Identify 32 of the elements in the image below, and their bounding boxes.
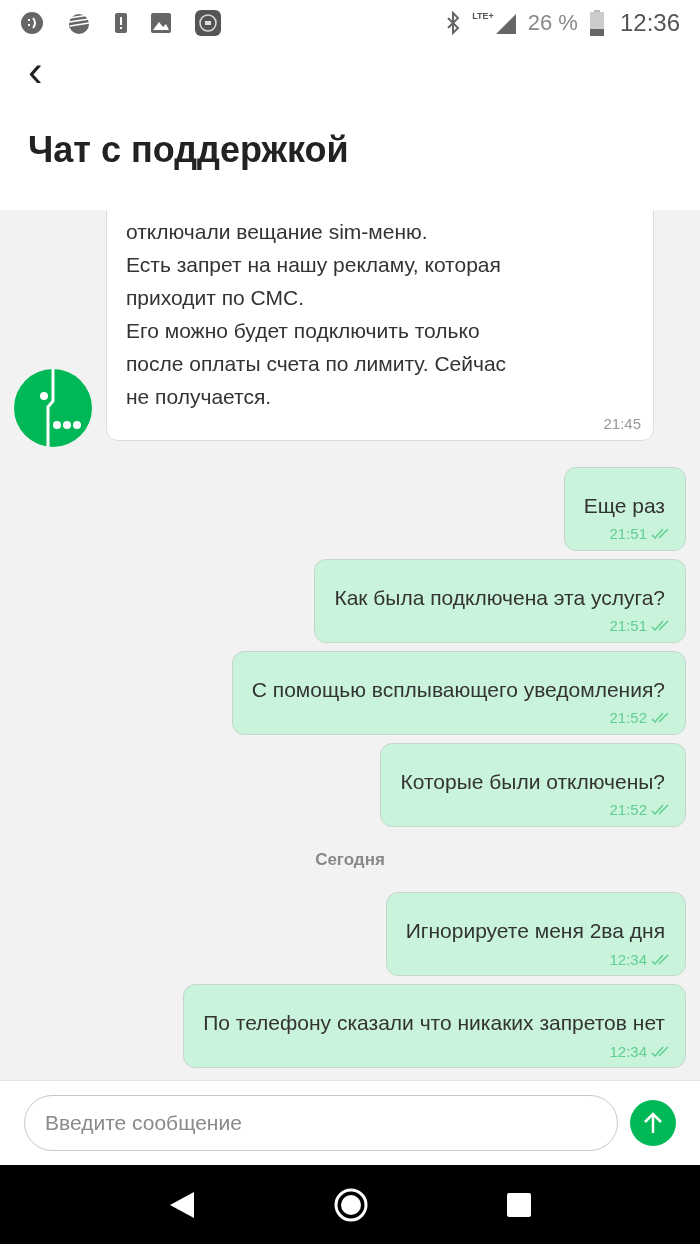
back-button[interactable]: ‹ <box>28 49 58 93</box>
chat-icon <box>20 10 44 35</box>
recents-nav-icon[interactable] <box>505 1191 532 1218</box>
page-title: Чат с поддержкой <box>28 128 350 172</box>
image-icon <box>150 11 172 34</box>
battery-icon <box>589 9 604 36</box>
message-text: Игнорируете меня 2ва дня <box>405 918 666 944</box>
home-nav-icon[interactable] <box>333 1186 369 1223</box>
message-input[interactable]: Введите сообщение <box>24 1095 618 1151</box>
message-time: 21:51 <box>609 524 647 544</box>
date-separator: Сегодня <box>314 848 386 871</box>
arrow-up-icon <box>642 1111 664 1135</box>
message-time: 21:52 <box>609 708 647 728</box>
message-time: 12:34 <box>609 1041 647 1062</box>
message-text: отключали вещание sim-меню. Есть запрет на нашу рекламу, которая приходит по СМС. Его можно будет подключить только после оплаты счета по лимиту. Сейчас не получается. <box>126 219 508 410</box>
bluetooth-icon <box>446 10 461 35</box>
message-text: С помощью всплывающего уведомления? <box>251 676 666 703</box>
message-text: Как была подключена эта услуга? <box>334 584 666 611</box>
back-nav-icon[interactable] <box>168 1189 197 1220</box>
message-text: Которые были отключены? <box>400 768 666 795</box>
network-label: LTE+ <box>472 11 494 21</box>
clock: 12:36 <box>619 7 680 38</box>
battery-level: 26 % <box>527 9 578 37</box>
message-time: 21:52 <box>609 800 647 820</box>
message-time: 21:45 <box>603 414 641 434</box>
message-time: 12:34 <box>609 949 647 970</box>
message-text: Еще раз <box>583 492 666 519</box>
app-icon <box>194 8 222 37</box>
alert-icon <box>114 10 128 35</box>
message-time: 21:51 <box>609 616 647 636</box>
message-text: По телефону сказали что никаких запретов нет <box>203 1010 666 1036</box>
send-button[interactable] <box>630 1100 676 1146</box>
